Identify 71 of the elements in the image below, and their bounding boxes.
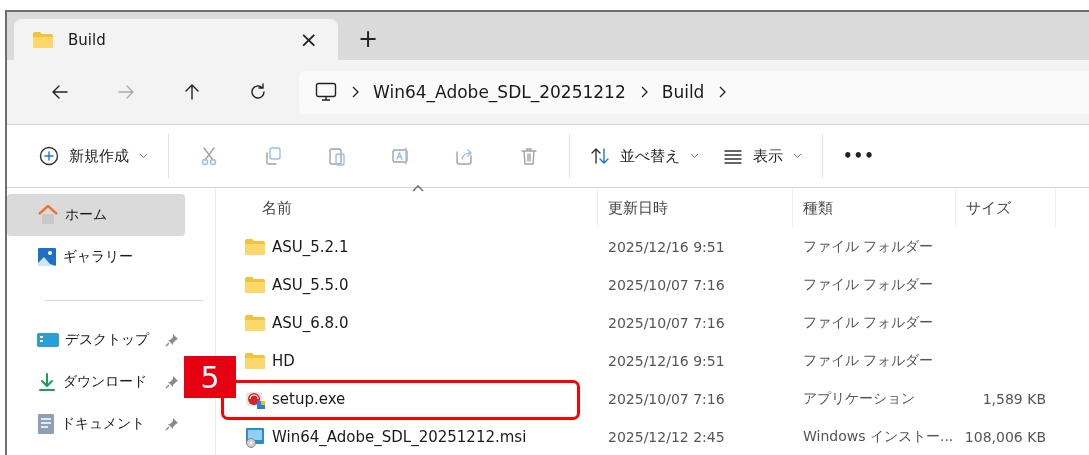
dropdown-caret-icon	[139, 153, 148, 159]
column-header[interactable]: 名前	[244, 188, 598, 228]
sidebar-item[interactable]: ダウンロード	[7, 361, 185, 403]
file-type: Windows インストー...	[802, 428, 955, 446]
modified-date: 2025/12/16 9:51	[607, 353, 726, 369]
pin-icon[interactable]	[165, 417, 179, 431]
file-name[interactable]: HD	[244, 352, 598, 370]
file-name[interactable]: setup.exe	[244, 388, 598, 410]
sort-icon	[590, 146, 610, 166]
desktop-icon	[37, 332, 59, 348]
gallery-icon	[37, 247, 57, 267]
tab-title: Build	[68, 30, 107, 49]
computer-icon	[315, 82, 337, 102]
pin-icon[interactable]	[165, 333, 179, 347]
refresh-icon	[248, 82, 268, 102]
folder-icon	[244, 314, 266, 332]
rename-icon	[391, 146, 411, 166]
column-header[interactable]: サイズ	[956, 188, 1056, 228]
modified-date: 2025/12/16 9:51	[607, 239, 726, 255]
dropdown-caret-icon	[793, 153, 802, 159]
file-size: 108,006 KB	[963, 429, 1047, 445]
file-name[interactable]: ASU_6.8.0	[244, 314, 598, 332]
chevron-icon	[639, 86, 648, 98]
modified-date: 2025/12/12 2:45	[607, 429, 726, 445]
home-icon	[37, 205, 59, 225]
dropdown-caret-icon	[690, 153, 699, 159]
folder-icon	[244, 352, 266, 370]
view-button[interactable]: 表示	[711, 136, 814, 176]
pin-icon[interactable]	[165, 375, 179, 389]
modified-date: 2025/10/07 7:16	[607, 277, 726, 293]
folder-icon	[244, 238, 266, 256]
tab[interactable]: Build ×	[14, 19, 338, 60]
copy-icon	[263, 146, 283, 166]
file-type: ファイル フォルダー	[802, 238, 935, 256]
file-type: ファイル フォルダー	[802, 314, 935, 332]
address-bar[interactable]: Win64_Adobe_SDL_20251212 Build	[299, 70, 1089, 114]
file-type: ファイル フォルダー	[802, 276, 935, 294]
chevron-icon	[718, 86, 727, 98]
step-badge: 5	[184, 356, 236, 398]
folder-icon	[244, 276, 266, 294]
new-button[interactable]: 新規作成	[27, 136, 160, 176]
file-name[interactable]: Win64_Adobe_SDL_20251212.msi	[244, 426, 598, 448]
sidebar-item[interactable]: ドキュメント	[7, 403, 185, 445]
more-button[interactable]: •••	[831, 136, 887, 176]
breadcrumb[interactable]: Win64_Adobe_SDL_20251212	[373, 82, 626, 102]
close-tab-button[interactable]: ×	[293, 28, 324, 51]
sort-button[interactable]: 並べ替え	[578, 136, 711, 176]
download-icon	[37, 372, 57, 392]
clipboard-icon	[327, 146, 347, 166]
chevron-icon	[351, 86, 359, 98]
document-icon	[37, 413, 55, 435]
sidebar-item[interactable]: ホーム	[7, 194, 185, 236]
file-size: 1,589 KB	[981, 391, 1047, 407]
file-name[interactable]: ASU_5.5.0	[244, 276, 598, 294]
file-type: アプリケーション	[802, 390, 916, 408]
breadcrumb[interactable]: Build	[661, 82, 705, 102]
column-header[interactable]: 更新日時	[598, 188, 793, 228]
file-name[interactable]: ASU_5.2.1	[244, 238, 598, 256]
file-type: ファイル フォルダー	[802, 352, 935, 370]
sort-caret-icon	[412, 184, 424, 192]
trash-icon	[519, 146, 539, 166]
sidebar-item[interactable]: ギャラリー	[7, 236, 185, 278]
column-header[interactable]: 種類	[793, 188, 956, 228]
installer-icon	[244, 426, 266, 448]
new-tab-button[interactable]: +	[352, 27, 385, 51]
scissors-icon	[199, 146, 219, 166]
folder-icon	[32, 30, 54, 49]
sidebar-item[interactable]: デスクトップ	[7, 319, 185, 361]
modified-date: 2025/10/07 7:16	[607, 391, 726, 407]
modified-date: 2025/10/07 7:16	[607, 315, 726, 331]
plus-circle-icon	[39, 146, 59, 166]
